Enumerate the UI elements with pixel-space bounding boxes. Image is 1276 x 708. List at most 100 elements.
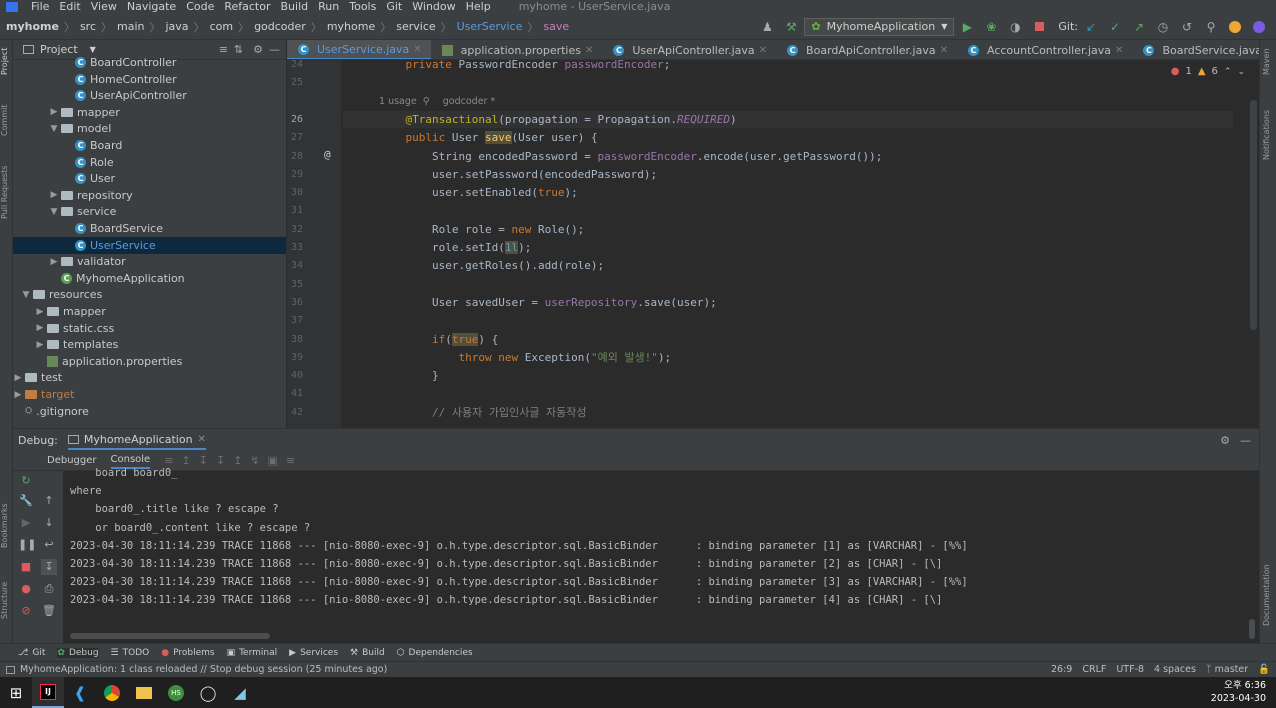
menu-item-run[interactable]: Run (313, 0, 344, 14)
menu-item-edit[interactable]: Edit (54, 0, 85, 14)
side-tab-documentation[interactable]: Documentation (1262, 560, 1275, 630)
lock-icon[interactable]: 🔓 (1258, 664, 1270, 675)
chevron-down-icon[interactable]: ▼ (90, 45, 96, 54)
git-update-icon[interactable]: ↙ (1082, 18, 1100, 36)
gear-icon[interactable]: ⚙ (1220, 434, 1230, 447)
usage-hint[interactable]: 1 usage ⚲ godcoder * (379, 93, 495, 110)
close-icon[interactable]: ✕ (940, 45, 948, 56)
file-encoding[interactable]: UTF-8 (1116, 664, 1144, 675)
chevron-right-icon[interactable]: ▶ (35, 340, 45, 350)
chevron-right-icon[interactable]: ▶ (49, 190, 59, 200)
tree-item-resources[interactable]: ▼ resources (13, 286, 286, 303)
breadcrumb-item[interactable]: main (117, 20, 144, 33)
menu-item-window[interactable]: Window (407, 0, 460, 14)
tree-item-target[interactable]: ▶ target (13, 386, 286, 403)
view-breakpoints-icon[interactable]: ● (18, 581, 34, 597)
app-icon[interactable]: ◢ (224, 677, 256, 708)
github-icon[interactable]: ◯ (192, 677, 224, 708)
git-push-icon[interactable]: ↗ (1130, 18, 1148, 36)
chevron-right-icon[interactable]: ▶ (49, 107, 59, 117)
add-user-icon[interactable]: ♟ (758, 18, 776, 36)
tool-window-terminal[interactable]: ▣ Terminal (227, 648, 278, 658)
chevron-down-icon[interactable]: ▼ (49, 124, 59, 134)
override-marker-icon[interactable]: @ (324, 148, 331, 161)
chevron-right-icon[interactable]: ▶ (49, 257, 59, 267)
chevron-up-icon[interactable]: ⌃ (1224, 67, 1232, 77)
file-explorer-icon[interactable] (128, 677, 160, 708)
mute-breakpoints-icon[interactable]: ⊘ (18, 603, 34, 619)
menu-item-help[interactable]: Help (461, 0, 496, 14)
chevron-right-icon[interactable]: ▶ (35, 307, 45, 317)
tool-window-build[interactable]: ⚒ Build (350, 648, 385, 658)
history-icon[interactable]: ◷ (1154, 18, 1172, 36)
tree-item-static-css[interactable]: ▶ static.css (13, 320, 286, 337)
debug-icon[interactable]: ❀ (982, 18, 1000, 36)
breadcrumb-item[interactable]: myhome (6, 20, 59, 33)
chevron-right-icon[interactable]: ▶ (13, 390, 23, 400)
close-icon[interactable]: ✕ (585, 45, 593, 56)
debug-session-tab[interactable]: MyhomeApplication ✕ (67, 431, 206, 450)
tree-item-validator[interactable]: ▶ validator (13, 253, 286, 270)
chevron-right-icon[interactable]: ▶ (13, 373, 23, 383)
menu-item-git[interactable]: Git (381, 0, 407, 14)
tree-item-boardcontroller[interactable]: C BoardController (13, 54, 286, 71)
tree-item-board[interactable]: C Board (13, 137, 286, 154)
tree-item-repository[interactable]: ▶ repository (13, 187, 286, 204)
resume-icon[interactable]: ▶ (18, 515, 34, 531)
menu-item-build[interactable]: Build (276, 0, 314, 14)
tool-window-services[interactable]: ▶ Services (289, 648, 338, 658)
build-hammer-icon[interactable]: ⚒ (782, 18, 800, 36)
soft-wrap-icon[interactable]: ↩ (41, 537, 57, 553)
stop-icon[interactable] (1030, 18, 1048, 36)
chrome-icon[interactable] (96, 677, 128, 708)
tree-item-homecontroller[interactable]: C HomeController (13, 71, 286, 88)
chevron-down-icon[interactable]: ⌄ (1237, 67, 1245, 77)
side-tab-project[interactable]: Project (0, 44, 12, 78)
breadcrumb-item[interactable]: myhome (327, 20, 375, 33)
tool-window-debug[interactable]: ✿ Debug (57, 647, 99, 658)
ide-logo-icon[interactable] (1250, 18, 1268, 36)
tree-item-test[interactable]: ▶ test (13, 369, 286, 386)
tree-item-mapper[interactable]: ▶ mapper (13, 104, 286, 121)
tree-item-templates[interactable]: ▶ templates (13, 336, 286, 353)
tree-item-myhomeapplication[interactable]: C MyhomeApplication (13, 270, 286, 287)
stop-icon[interactable]: ■ (18, 559, 34, 575)
menu-item-file[interactable]: File (26, 0, 54, 14)
tool-window-dependencies[interactable]: ⬡ Dependencies (397, 648, 473, 658)
trash-icon[interactable]: 🗑 (41, 603, 57, 619)
breadcrumb-item[interactable]: UserService (457, 20, 523, 33)
chevron-down-icon[interactable]: ▼ (49, 207, 59, 217)
breadcrumb-item[interactable]: save (543, 20, 569, 33)
breadcrumb-item[interactable]: com (210, 20, 234, 33)
scroll-to-end-icon[interactable]: ↧ (41, 559, 57, 575)
windows-start-icon[interactable]: ⊞ (0, 677, 32, 708)
chevron-down-icon[interactable]: ▼ (21, 290, 31, 300)
inspection-widget[interactable]: ● 1 ▲ 6 ⌃ ⌄ (1171, 66, 1245, 77)
breadcrumb-item[interactable]: src (80, 20, 96, 33)
coverage-icon[interactable]: ◑ (1006, 18, 1024, 36)
tree-item-service[interactable]: ▼ service (13, 203, 286, 220)
hs-app-icon[interactable]: HS (160, 677, 192, 708)
rerun-icon[interactable]: ↻ (18, 473, 34, 489)
arrow-up-icon[interactable]: ↑ (41, 493, 57, 509)
close-icon[interactable]: ✕ (413, 44, 421, 55)
vscode-icon[interactable]: ❰ (64, 677, 96, 708)
tree-item-model[interactable]: ▼ model (13, 120, 286, 137)
breadcrumb-item[interactable]: godcoder (254, 20, 306, 33)
console-vscrollbar[interactable] (1249, 619, 1255, 639)
chevron-right-icon[interactable]: ▶ (35, 323, 45, 333)
menu-item-refactor[interactable]: Refactor (219, 0, 275, 14)
hide-icon[interactable]: — (1240, 434, 1251, 447)
menu-item-view[interactable]: View (86, 0, 122, 14)
run-icon[interactable]: ▶ (958, 18, 976, 36)
intellij-icon[interactable]: IJ (32, 677, 64, 708)
update-icon[interactable] (1226, 18, 1244, 36)
editor-scrollbar[interactable] (1250, 100, 1257, 330)
close-icon[interactable]: ✕ (198, 434, 206, 445)
tree-item-user[interactable]: C User (13, 170, 286, 187)
side-tab-notifications[interactable]: Notifications (1262, 100, 1275, 170)
tree-item-role[interactable]: C Role (13, 154, 286, 171)
side-tab-bookmarks[interactable]: Bookmarks (0, 500, 12, 552)
tree-item-userapicontroller[interactable]: C UserApiController (13, 87, 286, 104)
arrow-down-icon[interactable]: ↓ (41, 515, 57, 531)
